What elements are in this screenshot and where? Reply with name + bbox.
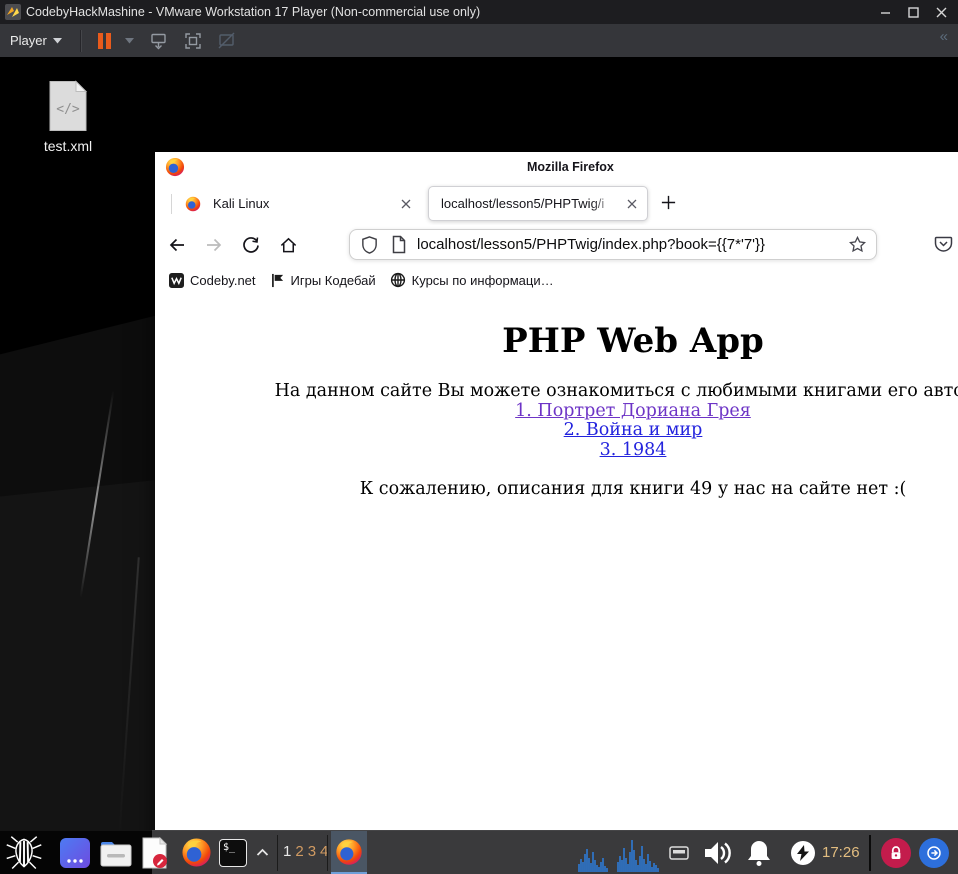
desktop-file-label: test.xml — [43, 138, 93, 154]
bookmark-star-icon[interactable] — [849, 236, 866, 253]
shield-permissions-icon[interactable] — [360, 235, 379, 255]
xfce-panel: $_ 1 2 3 4 17:26 — [0, 830, 958, 874]
terminal-glyph: $_ — [223, 842, 236, 853]
url-bar[interactable]: localhost/lesson5/PHPTwig/index.php?book… — [349, 229, 877, 260]
firefox-tabbar: Kali Linux localhost/lesson5/PHPTwig/i — [155, 182, 958, 226]
panel-divider — [869, 835, 871, 871]
clock[interactable]: 17:26 — [822, 844, 860, 861]
send-ctrl-alt-del-icon[interactable] — [149, 31, 169, 51]
home-icon[interactable] — [279, 236, 298, 254]
app-launcher-icon[interactable] — [60, 838, 90, 868]
page-error-message: К сожалению, описания для книги 49 у нас… — [359, 479, 907, 500]
tab-close-icon[interactable] — [399, 197, 413, 211]
firefox-window-title: Mozilla Firefox — [527, 160, 614, 174]
vmware-toolbar: Player — [0, 24, 958, 58]
player-menu[interactable]: Player — [0, 24, 72, 57]
display-tray-icon[interactable] — [669, 846, 689, 860]
book-link-1[interactable]: 1. Портрет Дориана Грея — [155, 401, 958, 422]
web-page-content: PHP Web App На данном сайте Вы можете оз… — [155, 295, 958, 830]
tab-localhost-active[interactable]: localhost/lesson5/PHPTwig/i — [428, 186, 648, 221]
reload-icon[interactable] — [242, 236, 260, 254]
maximize-icon[interactable] — [904, 4, 922, 20]
volume-icon[interactable] — [702, 839, 733, 867]
workspace-3[interactable]: 3 — [308, 843, 316, 860]
vmware-window-title: CodebyHackMashine - VMware Workstation 1… — [26, 5, 481, 19]
tab-favicon-firefox — [185, 196, 201, 212]
terminal-icon[interactable]: $_ — [219, 839, 247, 867]
fullscreen-icon[interactable] — [183, 31, 203, 51]
notification-bell-icon[interactable] — [745, 838, 773, 868]
tab-close-icon[interactable] — [625, 197, 639, 211]
firefox-bookmarks-bar: Codeby.net Игры Кодебай Курсы по информа… — [155, 265, 958, 296]
site-info-page-icon[interactable] — [391, 235, 407, 254]
logout-button[interactable] — [919, 838, 949, 868]
panel-divider — [277, 835, 278, 871]
forward-icon — [205, 236, 223, 254]
globe-icon — [390, 272, 405, 288]
lock-screen-button[interactable] — [881, 838, 911, 868]
bookmark-label: Курсы по информаци… — [411, 272, 554, 288]
tab-label: Kali Linux — [213, 196, 270, 211]
page-title: PHP Web App — [502, 321, 764, 361]
workspace-2[interactable]: 2 — [295, 843, 303, 860]
kali-menu-icon[interactable] — [3, 833, 45, 873]
firefox-logo-icon — [336, 838, 362, 865]
page-intro-text: На данном сайте Вы можете ознакомиться с… — [274, 381, 958, 401]
workspace-1[interactable]: 1 — [283, 843, 291, 860]
flag-icon — [271, 273, 283, 287]
tab-label: localhost/lesson5/PHPTwig/i — [441, 196, 617, 211]
firefox-navbar: localhost/lesson5/PHPTwig/index.php?book… — [155, 225, 958, 266]
codeby-favicon — [169, 272, 184, 288]
pocket-icon[interactable] — [933, 234, 954, 255]
player-menu-label: Player — [10, 33, 47, 48]
collapse-toolbar-button[interactable]: « — [940, 28, 948, 45]
book-link-3[interactable]: 3. 1984 — [155, 440, 958, 461]
close-icon[interactable] — [932, 4, 950, 20]
svg-text:</>: </> — [56, 102, 80, 117]
url-text[interactable]: localhost/lesson5/PHPTwig/index.php?book… — [417, 236, 849, 253]
chevron-up-icon[interactable] — [256, 848, 269, 857]
cpu-graph-widget[interactable] — [578, 834, 660, 872]
taskbar-firefox-window-button[interactable] — [331, 831, 367, 874]
bookmark-label: Игры Кодебай — [290, 272, 376, 288]
new-tab-icon[interactable] — [660, 194, 677, 211]
text-editor-icon[interactable] — [141, 837, 168, 869]
desktop-file-test-xml[interactable]: </> test.xml — [25, 80, 111, 154]
panel-divider — [327, 835, 328, 871]
minimize-icon[interactable] — [876, 4, 894, 20]
kali-desktop: </> test.xml Mozilla Firefox Kali Linux — [0, 57, 958, 830]
file-manager-icon[interactable] — [100, 840, 132, 867]
padlock-icon — [891, 846, 901, 859]
bookmark-igry-codebay[interactable]: Игры Кодебай — [270, 273, 376, 288]
workspace-switcher[interactable]: 1 2 3 4 — [283, 843, 328, 860]
firefox-launcher-icon[interactable] — [181, 837, 212, 868]
book-link-2[interactable]: 2. Война и мир — [155, 421, 958, 441]
vmware-player-window: CodebyHackMashine - VMware Workstation 1… — [0, 0, 958, 874]
firefox-window: Mozilla Firefox Kali Linux localhost/les… — [155, 152, 958, 830]
bookmark-kursy[interactable]: Курсы по информаци… — [390, 272, 554, 288]
bookmark-label: Codeby.net — [190, 272, 256, 288]
firefox-logo-icon — [165, 157, 185, 177]
chevron-down-icon — [52, 37, 62, 43]
suspend-chevron-icon[interactable] — [124, 37, 134, 44]
bookmark-codeby[interactable]: Codeby.net — [169, 272, 256, 288]
firefox-titlebar[interactable]: Mozilla Firefox — [155, 152, 958, 182]
unity-mode-icon-disabled — [217, 31, 237, 51]
power-manager-icon[interactable] — [791, 841, 815, 865]
suspend-vm-button[interactable] — [97, 32, 111, 49]
vmware-titlebar: CodebyHackMashine - VMware Workstation 1… — [0, 0, 958, 24]
arrow-right-circle-icon — [927, 846, 941, 860]
tab-kali-linux[interactable]: Kali Linux — [171, 182, 423, 225]
toolbar-divider — [79, 29, 82, 52]
back-icon[interactable] — [168, 236, 186, 254]
vmware-logo-icon — [5, 4, 21, 20]
xml-file-icon: </> — [49, 80, 88, 131]
